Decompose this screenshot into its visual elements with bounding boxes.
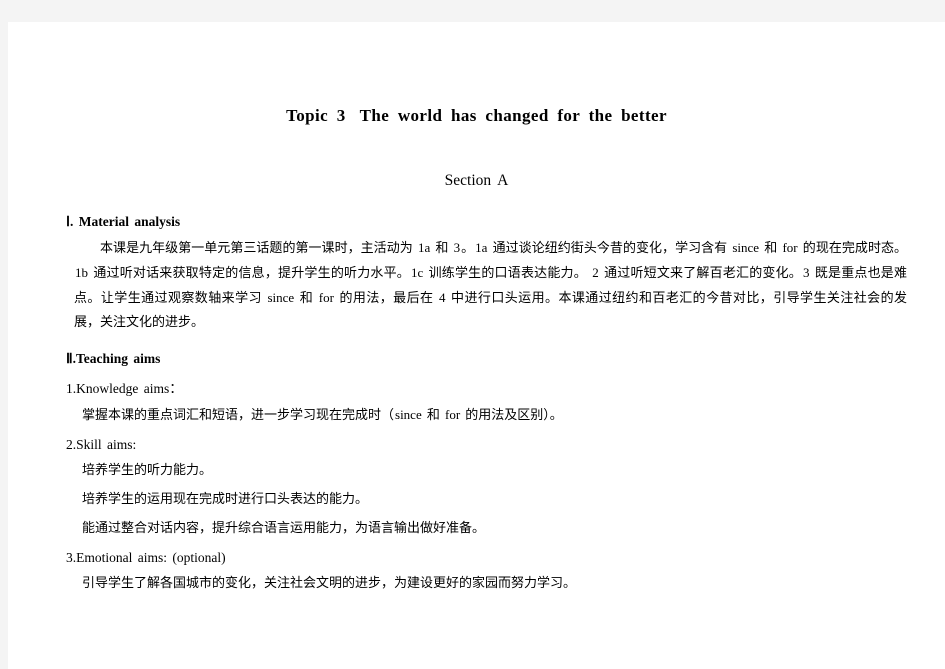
aim-text-knowledge-1: 掌握本课的重点词汇和短语，进一步学习现在完成时（since 和 for 的用法及… <box>82 407 563 423</box>
aim-text-skill-3: 能通过整合对话内容，提升综合语言运用能力，为语言输出做好准备。 <box>82 521 486 536</box>
topic-title-text: The world has changed for the better <box>359 106 667 125</box>
aim-text-skill-1: 培养学生的听力能力。 <box>82 463 213 478</box>
heading-teaching-aims: Ⅱ.Teaching aims <box>66 351 161 366</box>
section-heading: Section A <box>444 172 509 189</box>
teaching-aims-groups: 1.Knowledge aims： 掌握本课的重点词汇和短语，进一步学习现在完成… <box>8 367 945 595</box>
aim-text-emotional-1: 引导学生了解各国城市的变化，关注社会文明的进步，为建设更好的家园而努力学习。 <box>82 576 577 591</box>
aim-label-emotional: 3.Emotional aims: (optional) <box>66 550 226 565</box>
aim-text-skill-2: 培养学生的运用现在完成时进行口头表达的能力。 <box>82 492 369 507</box>
heading-material-analysis: Ⅰ. Material analysis <box>66 214 181 229</box>
aim-label-knowledge: 1.Knowledge aims： <box>66 381 183 396</box>
material-analysis-paragraph: 本课是九年级第一单元第三话题的第一课时，主活动为 1a 和 3。1a 通过谈论纽… <box>74 240 908 330</box>
document-body: Topic 3 The world has changed for the bet… <box>8 22 945 669</box>
topic-number: Topic 3 <box>286 106 346 125</box>
page-title: Topic 3 The world has changed for the bet… <box>8 22 945 126</box>
aim-label-skill: 2.Skill aims: <box>66 437 137 452</box>
document-page: Topic 3 The world has changed for the bet… <box>8 22 945 669</box>
